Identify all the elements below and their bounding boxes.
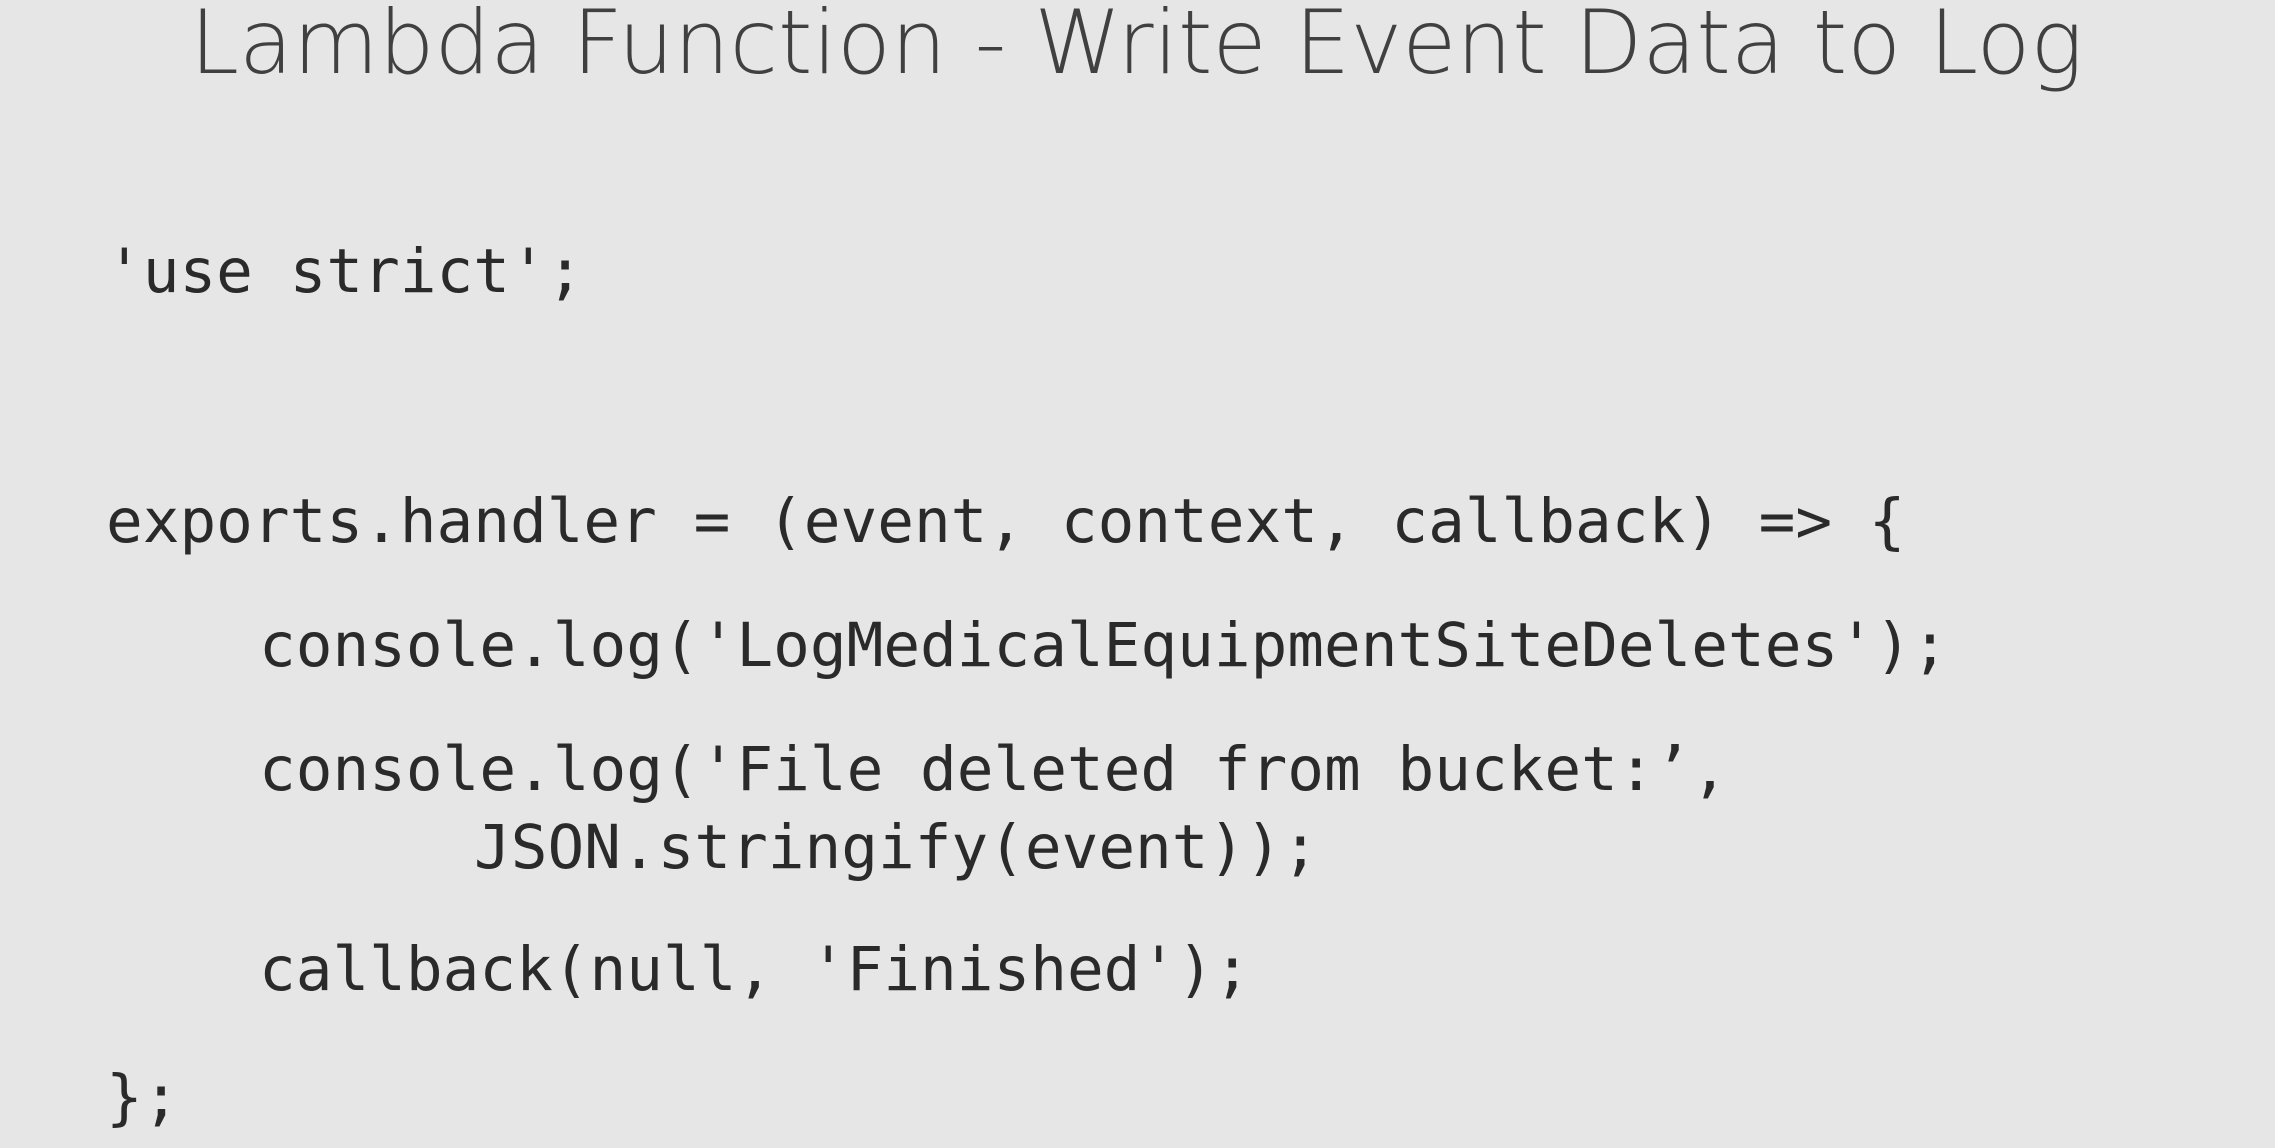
code-line-use-strict: 'use strict';	[106, 236, 584, 307]
code-block: 'use strict'; exports.handler = (event, …	[0, 0, 2275, 1148]
code-line-log-file-deleted: console.log('File deleted from bucket:’,	[259, 734, 1729, 805]
code-line-log-name: console.log('LogMedicalEquipmentSiteDele…	[259, 610, 1949, 681]
slide: Lambda Function - Write Event Data to Lo…	[0, 0, 2275, 1148]
code-line-callback: callback(null, 'Finished');	[259, 934, 1251, 1005]
code-line-json-stringify: JSON.stringify(event));	[474, 812, 1319, 883]
code-line-closing-brace: };	[106, 1062, 180, 1133]
code-line-handler-signature: exports.handler = (event, context, callb…	[106, 486, 1906, 557]
